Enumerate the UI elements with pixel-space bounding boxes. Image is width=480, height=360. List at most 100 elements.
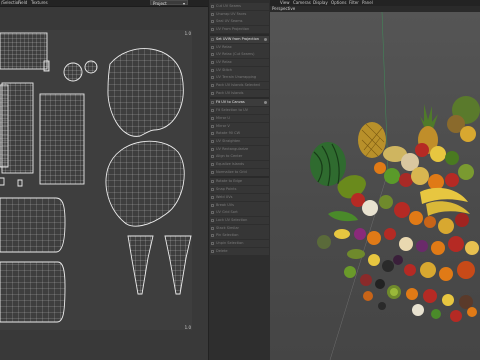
uv-island <box>0 84 9 168</box>
tool-item[interactable]: Break UVs <box>210 201 269 209</box>
tool-item-label: Set UVW from Projection <box>216 36 259 41</box>
tool-item-label: Snap Points <box>216 187 237 192</box>
checkbox-icon <box>211 68 214 72</box>
project-dropdown[interactable]: Project ▾ <box>150 0 188 6</box>
tool-item[interactable]: Stack Similar <box>210 224 269 232</box>
tool-item[interactable]: Seal UV Seams <box>210 18 269 26</box>
uv-island <box>0 261 66 323</box>
tool-item-label: UV Grid Sort <box>216 210 238 215</box>
tool-item[interactable]: Rotate 90 CW <box>210 130 269 138</box>
tool-item[interactable]: Mirror V <box>210 122 269 130</box>
tool-item[interactable]: UV Grid Sort <box>210 209 269 217</box>
checkbox-icon <box>211 226 214 230</box>
tool-item-label: UV Relax (Cut Seams) <box>216 52 255 57</box>
uv-island <box>127 235 154 295</box>
checkbox-icon <box>211 188 214 192</box>
tool-item[interactable]: Equalize Islands <box>210 161 269 168</box>
tool-item[interactable]: UV Rectangularize <box>210 145 269 153</box>
checkbox-icon <box>211 116 214 120</box>
tool-item-label: Delete <box>216 248 228 253</box>
uv-island <box>0 197 66 253</box>
tool-item[interactable]: Snap Points <box>210 186 269 194</box>
checkbox-icon <box>211 218 214 222</box>
checkbox-icon <box>211 91 214 95</box>
uv-island <box>63 62 83 82</box>
tool-item-label: Fit Selection to UV <box>216 108 249 113</box>
tool-item-label: UV From Projection <box>216 27 250 32</box>
tool-item-label: Rotate 90 CW <box>216 131 241 136</box>
tool-item-label: Align to Center <box>216 154 243 159</box>
tool-item[interactable]: Pin Selection <box>210 232 269 240</box>
tool-item[interactable]: Rotate to Edge <box>210 178 269 186</box>
tool-item[interactable]: Unpin Selection <box>210 240 269 247</box>
uv-canvas[interactable]: 1.0 1.0 <box>0 30 192 330</box>
tool-item[interactable]: Weld UVs <box>210 193 269 201</box>
tool-item-label: Lock UV Selection <box>216 217 248 222</box>
checkbox-icon <box>211 101 214 105</box>
tool-item[interactable]: UV Relax (Cut Seams) <box>210 51 269 59</box>
uv-island <box>17 179 23 187</box>
checkbox-icon <box>211 155 214 159</box>
tool-item-label: Unpin Selection <box>216 241 244 245</box>
checkbox-icon <box>211 180 214 184</box>
tool-item[interactable]: Normalize to Grid <box>210 168 269 176</box>
checkbox-icon <box>211 60 214 64</box>
tool-item[interactable]: Lock UV Selection <box>210 216 269 224</box>
tool-item-label: Seal UV Seams <box>216 19 243 24</box>
cucumber <box>328 211 358 222</box>
tool-item[interactable]: UV Stitch <box>210 66 269 74</box>
uv-island <box>107 48 184 137</box>
tool-item-label: Pack UV Islands Selected <box>216 83 260 87</box>
tool-item-label: Unwrap UV Faces <box>216 11 247 16</box>
tool-item-label: UV Terrain Unwrapping <box>216 75 257 80</box>
uv-island <box>0 177 5 186</box>
checkbox-icon <box>211 139 214 143</box>
tool-item[interactable]: Fit UV to Canvas <box>210 99 269 107</box>
checkbox-icon <box>211 124 214 128</box>
watermelon <box>310 142 346 186</box>
checkbox-icon <box>211 84 214 87</box>
menu-textures[interactable]: Textures <box>31 0 48 6</box>
fruit-pile-render <box>310 12 480 360</box>
tool-item[interactable]: Pack UV Islands <box>210 89 269 97</box>
options-icon[interactable] <box>264 101 267 105</box>
tool-item-label: UV Rectangularize <box>216 146 249 151</box>
tool-item[interactable]: Align to Center <box>210 153 269 161</box>
checkbox-icon <box>211 195 214 199</box>
uv-island <box>43 60 50 72</box>
checkbox-icon <box>211 53 214 57</box>
uv-islands <box>0 32 192 323</box>
tool-item-label: Break UVs <box>216 202 234 207</box>
tool-item-label: Cut UV Seams <box>216 4 241 8</box>
tool-item-label: Equalize Islands <box>216 162 245 166</box>
viewport-3d[interactable] <box>270 12 480 360</box>
tool-item[interactable]: UV Relax <box>210 43 269 51</box>
tool-item[interactable]: UV Terrain Unwrapping <box>210 74 269 82</box>
tool-item[interactable]: Cut UV Seams <box>210 3 269 10</box>
tool-item-label: Mirror V <box>216 123 230 128</box>
tool-item-label: Fit UV to Canvas <box>216 100 245 105</box>
checkbox-icon <box>211 37 214 41</box>
tool-item[interactable]: Fit Selection to UV <box>210 107 269 115</box>
tool-item[interactable]: Set UVW from Projection <box>210 35 269 43</box>
checkbox-icon <box>211 12 214 16</box>
menu-field[interactable]: Field <box>18 0 27 6</box>
tool-item[interactable]: UV Relax <box>210 58 269 66</box>
options-icon[interactable] <box>264 37 267 41</box>
checkbox-icon <box>211 163 214 166</box>
tool-item-label: Pack UV Islands <box>216 90 244 95</box>
tool-item[interactable]: UV Straighten <box>210 137 269 145</box>
chevron-down-icon: ▾ <box>182 1 185 6</box>
uv-island <box>164 235 192 295</box>
tool-item[interactable]: Delete <box>210 247 269 255</box>
tool-item[interactable]: Pack UV Islands Selected <box>210 82 269 89</box>
tool-item[interactable]: Unwrap UV Faces <box>210 10 269 18</box>
checkbox-icon <box>211 76 214 80</box>
project-dropdown-label: Project <box>153 1 167 6</box>
tool-item[interactable]: UV From Projection <box>210 26 269 34</box>
checkbox-icon <box>211 20 214 24</box>
tool-item[interactable]: Mirror U <box>210 114 269 122</box>
uv-island <box>105 140 185 227</box>
tool-item-label: UV Straighten <box>216 138 241 143</box>
tool-item-label: Stack Similar <box>216 225 239 230</box>
